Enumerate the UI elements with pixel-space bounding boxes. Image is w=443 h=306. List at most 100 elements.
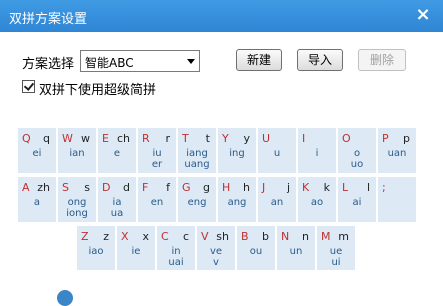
key-initial: n xyxy=(302,230,309,243)
key-final: ou xyxy=(249,246,263,257)
key-final: e xyxy=(113,148,121,159)
key-letter: O xyxy=(342,132,351,145)
key-c: Cc in uai xyxy=(157,226,195,270)
new-button[interactable]: 新建 xyxy=(236,49,282,71)
key-final: ia xyxy=(112,197,122,208)
delete-button[interactable]: 删除 xyxy=(358,49,406,71)
key-initial: ch xyxy=(116,132,130,145)
key-final: uai xyxy=(168,257,184,268)
key-final: i xyxy=(315,148,319,159)
key-initial: y xyxy=(243,132,250,145)
key-final: ai xyxy=(352,197,362,208)
key-final: ian xyxy=(69,148,85,159)
key-initial: m xyxy=(338,230,349,243)
key-letter: T xyxy=(182,132,189,145)
key-j: Jj an xyxy=(258,177,296,222)
key-final: ue xyxy=(329,246,343,257)
key-final: er xyxy=(151,159,163,170)
super-jianpin-checkbox[interactable] xyxy=(22,80,35,93)
key-final: en xyxy=(150,197,164,208)
key-final: uang xyxy=(184,159,210,170)
key-letter: I xyxy=(302,132,306,145)
key-letter: K xyxy=(302,181,310,194)
key-o: Oo uo xyxy=(338,128,376,173)
checkmark-icon xyxy=(23,80,35,91)
key-final: ua xyxy=(110,208,124,219)
key-v: Vsh ve v xyxy=(197,226,235,270)
key-m: Mm ue ui xyxy=(317,226,355,270)
key-letter: D xyxy=(102,181,111,194)
key-initial: d xyxy=(123,181,130,194)
key-letter: ; xyxy=(382,181,386,194)
key-a: Azh a xyxy=(18,177,56,222)
key-letter: G xyxy=(182,181,191,194)
window-title: 双拼方案设置 xyxy=(9,12,88,27)
key-final: eng xyxy=(187,197,207,208)
chevron-down-icon xyxy=(187,59,195,64)
key-k: Kk ao xyxy=(298,177,336,222)
key-f: Ff en xyxy=(138,177,176,222)
key-letter: Y xyxy=(222,132,229,145)
key-final: in xyxy=(171,246,181,257)
key-final: ong xyxy=(67,197,87,208)
key-initial: x xyxy=(142,230,149,243)
key-final: iu xyxy=(152,148,162,159)
key-initial: f xyxy=(166,181,170,194)
key-letter: R xyxy=(142,132,150,145)
key-letter: S xyxy=(62,181,69,194)
key-final: un xyxy=(289,246,303,257)
key-initial: k xyxy=(323,181,330,194)
key-x: Xx ie xyxy=(117,226,155,270)
key-e: Ech e xyxy=(98,128,136,173)
scheme-select-value: 智能ABC xyxy=(85,56,134,70)
key-initial: l xyxy=(366,181,370,194)
key-initial: p xyxy=(403,132,410,145)
key-initial: h xyxy=(243,181,250,194)
key-letter: V xyxy=(201,230,209,243)
key-semicolon: ; xyxy=(378,177,416,222)
scheme-select[interactable]: 智能ABC xyxy=(80,50,200,72)
key-letter: B xyxy=(241,230,249,243)
key-final: iong xyxy=(66,208,88,219)
key-d: Dd ia ua xyxy=(98,177,136,222)
key-letter: L xyxy=(342,181,349,194)
key-h: Hh ang xyxy=(218,177,256,222)
key-final: v xyxy=(213,257,219,268)
key-final: o xyxy=(353,148,361,159)
key-final: iao xyxy=(88,246,104,257)
key-initial: b xyxy=(262,230,269,243)
key-letter: W xyxy=(62,132,73,145)
key-letter: A xyxy=(22,181,30,194)
key-letter: Q xyxy=(22,132,31,145)
key-final: ui xyxy=(331,257,341,268)
key-letter: U xyxy=(262,132,271,145)
key-final: uan xyxy=(387,148,407,159)
key-final: ao xyxy=(310,197,324,208)
scheme-label: 方案选择 xyxy=(22,57,75,72)
key-y: Yy ing xyxy=(218,128,256,173)
key-initial: j xyxy=(286,181,290,194)
key-final: iang xyxy=(186,148,208,159)
import-button[interactable]: 导入 xyxy=(297,49,343,71)
key-letter: F xyxy=(142,181,149,194)
help-icon[interactable] xyxy=(57,290,73,306)
close-icon[interactable]: × xyxy=(413,5,433,25)
key-letter: M xyxy=(321,230,331,243)
key-i: Ii xyxy=(298,128,336,173)
title-bar: 双拼方案设置 × xyxy=(0,0,443,32)
key-n: Nn un xyxy=(277,226,315,270)
key-w: Ww ian xyxy=(58,128,96,173)
key-initial: sh xyxy=(216,230,229,243)
key-letter: C xyxy=(161,230,169,243)
key-initial: s xyxy=(84,181,90,194)
key-t: Tt iang uang xyxy=(178,128,216,173)
key-final: ie xyxy=(131,246,141,257)
key-initial: c xyxy=(182,230,189,243)
key-initial: z xyxy=(103,230,109,243)
key-initial: zh xyxy=(37,181,50,194)
key-u: Uu xyxy=(258,128,296,173)
key-letter: Z xyxy=(81,230,89,243)
super-jianpin-label: 双拼下使用超级简拼 xyxy=(39,83,157,98)
key-letter: J xyxy=(262,181,266,194)
key-letter: H xyxy=(222,181,231,194)
